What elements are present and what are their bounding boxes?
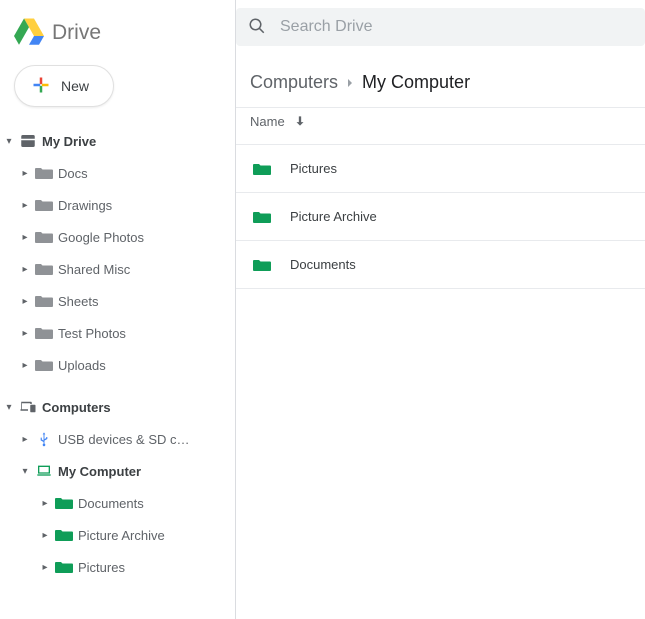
search-icon — [248, 17, 266, 38]
list-header[interactable]: Name — [236, 107, 645, 145]
tree-label: Shared Misc — [58, 262, 130, 277]
tree-label: My Drive — [42, 134, 96, 149]
chevron-down-icon[interactable] — [4, 136, 14, 147]
tree-my-computer[interactable]: My Computer — [2, 455, 235, 487]
new-button[interactable]: New — [14, 65, 114, 107]
tree-item[interactable]: Uploads — [2, 349, 235, 381]
tree-usb-devices[interactable]: USB devices & SD c… — [2, 423, 235, 455]
tree-item[interactable]: Shared Misc — [2, 253, 235, 285]
folder-icon — [30, 358, 58, 372]
tree-item[interactable]: Sheets — [2, 285, 235, 317]
chevron-right-icon[interactable] — [20, 200, 30, 211]
tree-label: Docs — [58, 166, 88, 181]
folder-icon — [250, 258, 274, 272]
folder-icon — [50, 560, 78, 574]
tree-label: Pictures — [78, 560, 125, 575]
chevron-right-icon[interactable] — [20, 168, 30, 179]
logo-row: Drive — [0, 8, 235, 61]
chevron-right-icon — [338, 75, 362, 91]
tree-label: Test Photos — [58, 326, 126, 341]
chevron-right-icon[interactable] — [20, 232, 30, 243]
sidebar: Drive New — [0, 0, 235, 619]
tree-label: Uploads — [58, 358, 106, 373]
tree-label: Sheets — [58, 294, 98, 309]
tree-label: Documents — [78, 496, 144, 511]
tree-label: Computers — [42, 400, 111, 415]
usb-icon — [30, 430, 58, 448]
tree-label: Drawings — [58, 198, 112, 213]
folder-icon — [30, 294, 58, 308]
folder-icon — [30, 166, 58, 180]
search-box[interactable]: Search Drive — [236, 8, 645, 46]
new-button-label: New — [61, 78, 89, 94]
column-name: Name — [250, 114, 285, 129]
chevron-right-icon[interactable] — [40, 498, 50, 509]
folder-icon — [30, 230, 58, 244]
tree-label: Picture Archive — [78, 528, 165, 543]
tree-item[interactable]: Drawings — [2, 189, 235, 221]
folder-icon — [30, 262, 58, 276]
folder-icon — [250, 162, 274, 176]
my-drive-icon — [14, 132, 42, 150]
file-list: Pictures Picture Archive Documents — [236, 145, 645, 289]
folder-icon — [250, 210, 274, 224]
chevron-right-icon[interactable] — [20, 264, 30, 275]
arrow-down-icon — [293, 114, 307, 128]
file-name: Pictures — [290, 161, 337, 176]
file-name: Picture Archive — [290, 209, 377, 224]
chevron-down-icon[interactable] — [20, 466, 30, 477]
chevron-down-icon[interactable] — [4, 402, 14, 413]
file-row[interactable]: Pictures — [236, 145, 645, 193]
file-row[interactable]: Documents — [236, 241, 645, 289]
tree-item[interactable]: Google Photos — [2, 221, 235, 253]
app-name: Drive — [52, 21, 101, 45]
file-row[interactable]: Picture Archive — [236, 193, 645, 241]
breadcrumb-current[interactable]: My Computer — [362, 72, 470, 93]
folder-icon — [30, 326, 58, 340]
breadcrumb-parent[interactable]: Computers — [250, 72, 338, 93]
tree-my-drive[interactable]: My Drive — [2, 125, 235, 157]
sidebar-tree: My Drive Docs Drawings Google Photos Shared… — [0, 125, 235, 583]
tree-computers[interactable]: Computers — [2, 391, 235, 423]
tree-item[interactable]: Pictures — [2, 551, 235, 583]
tree-item[interactable]: Docs — [2, 157, 235, 189]
file-name: Documents — [290, 257, 356, 272]
chevron-right-icon[interactable] — [20, 434, 30, 445]
tree-label: USB devices & SD c… — [58, 432, 190, 447]
tree-item[interactable]: Picture Archive — [2, 519, 235, 551]
chevron-right-icon[interactable] — [40, 530, 50, 541]
folder-icon — [50, 496, 78, 510]
tree-item[interactable]: Test Photos — [2, 317, 235, 349]
chevron-right-icon[interactable] — [20, 296, 30, 307]
tree-label: My Computer — [58, 464, 141, 479]
tree-label: Google Photos — [58, 230, 144, 245]
folder-icon — [30, 198, 58, 212]
tree-item[interactable]: Documents — [2, 487, 235, 519]
chevron-right-icon[interactable] — [20, 328, 30, 339]
main: Search Drive Computers My Computer Name … — [235, 0, 645, 619]
plus-icon — [31, 75, 51, 98]
chevron-right-icon[interactable] — [40, 562, 50, 573]
folder-icon — [50, 528, 78, 542]
drive-logo-icon — [14, 16, 44, 49]
breadcrumb: Computers My Computer — [236, 54, 645, 107]
search-placeholder: Search Drive — [280, 18, 372, 36]
chevron-right-icon[interactable] — [20, 360, 30, 371]
laptop-icon — [30, 463, 58, 479]
devices-icon — [14, 398, 42, 416]
